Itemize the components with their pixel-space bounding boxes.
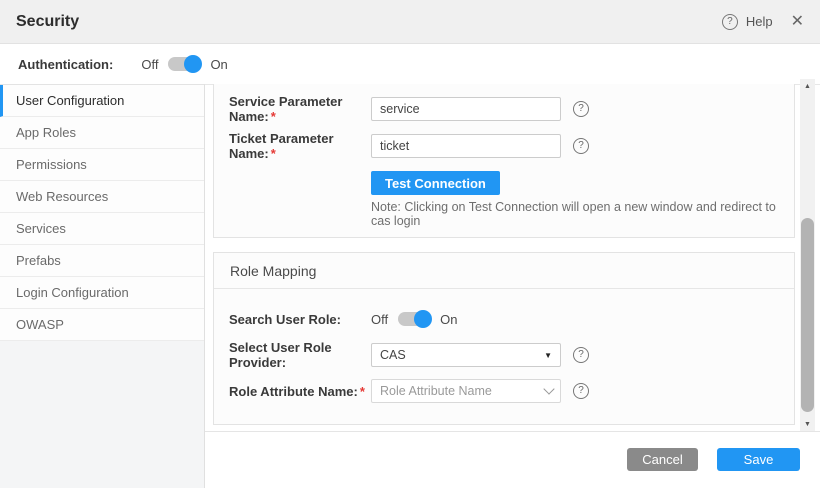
vertical-scrollbar[interactable]: ▲ ▼: [800, 79, 815, 431]
chevron-down-icon: [543, 383, 554, 394]
sidebar-item-permissions[interactable]: Permissions: [0, 149, 204, 181]
caret-down-icon: ▼: [544, 351, 552, 360]
test-connection-row: Test Connection: [214, 171, 794, 195]
page-title: Security: [16, 13, 79, 31]
toggle-knob: [414, 310, 432, 328]
sidebar-item-prefabs[interactable]: Prefabs: [0, 245, 204, 277]
toggle-knob: [184, 55, 202, 73]
role-provider-label: Select User Role Provider:: [229, 340, 371, 370]
sidebar-item-web-resources[interactable]: Web Resources: [0, 181, 204, 213]
authentication-toggle[interactable]: [168, 57, 200, 71]
role-attribute-label: Role Attribute Name:*: [229, 384, 371, 399]
search-user-role-row: Search User Role: Off On: [214, 307, 794, 331]
test-connection-note: Note: Clicking on Test Connection will o…: [371, 200, 794, 228]
role-attribute-row: Role Attribute Name:* Role Attribute Nam…: [214, 379, 794, 403]
ticket-parameter-row: Ticket Parameter Name:* ?: [214, 134, 794, 158]
help-icon[interactable]: ?: [722, 14, 738, 30]
role-mapping-panel: Role Mapping Search User Role: Off On Se…: [213, 252, 795, 425]
sidebar-item-app-roles[interactable]: App Roles: [0, 117, 204, 149]
test-connection-button[interactable]: Test Connection: [371, 171, 500, 195]
authentication-off-label: Off: [141, 57, 158, 72]
service-parameter-help-icon[interactable]: ?: [573, 101, 589, 117]
search-role-off-label: Off: [371, 312, 388, 327]
scroll-down-icon[interactable]: ▼: [800, 417, 815, 431]
security-sidebar: User Configuration App Roles Permissions…: [0, 84, 205, 488]
scroll-up-icon[interactable]: ▲: [800, 79, 815, 93]
authentication-on-label: On: [210, 57, 227, 72]
help-link[interactable]: Help: [746, 14, 773, 29]
authentication-row: Authentication: Off On: [0, 44, 820, 84]
search-user-role-toggle[interactable]: [398, 312, 430, 326]
search-role-on-label: On: [440, 312, 457, 327]
ticket-parameter-input[interactable]: [371, 134, 561, 158]
footer-divider: [205, 431, 820, 432]
sidebar-item-owasp[interactable]: OWASP: [0, 309, 204, 341]
role-provider-row: Select User Role Provider: CAS ▼ ?: [214, 343, 794, 367]
service-parameter-input[interactable]: [371, 97, 561, 121]
required-asterisk: *: [271, 109, 276, 124]
security-dialog: Security ? Help ✕ Authentication: Off On…: [0, 0, 820, 488]
save-button[interactable]: Save: [717, 448, 800, 471]
role-mapping-title: Role Mapping: [214, 253, 794, 289]
provider-config-panel: Service Parameter Name:* ? Ticket Parame…: [213, 84, 795, 238]
sidebar-item-login-configuration[interactable]: Login Configuration: [0, 277, 204, 309]
role-attribute-placeholder: Role Attribute Name: [380, 384, 492, 398]
ticket-parameter-label: Ticket Parameter Name:*: [229, 131, 371, 161]
required-asterisk: *: [360, 384, 365, 399]
role-provider-select[interactable]: CAS ▼: [371, 343, 561, 367]
search-user-role-label: Search User Role:: [229, 312, 371, 327]
authentication-label: Authentication:: [18, 57, 113, 72]
role-provider-value: CAS: [380, 348, 406, 362]
sidebar-item-services[interactable]: Services: [0, 213, 204, 245]
required-asterisk: *: [271, 146, 276, 161]
role-attribute-combobox[interactable]: Role Attribute Name: [371, 379, 561, 403]
role-provider-help-icon[interactable]: ?: [573, 347, 589, 363]
sidebar-item-user-configuration[interactable]: User Configuration: [0, 85, 204, 117]
cancel-button[interactable]: Cancel: [627, 448, 698, 471]
service-parameter-row: Service Parameter Name:* ?: [214, 97, 794, 121]
close-icon[interactable]: ✕: [791, 14, 804, 30]
dialog-header: Security ? Help ✕: [0, 0, 820, 44]
scrollbar-thumb[interactable]: [801, 218, 814, 412]
ticket-parameter-help-icon[interactable]: ?: [573, 138, 589, 154]
service-parameter-label: Service Parameter Name:*: [229, 94, 371, 124]
role-attribute-help-icon[interactable]: ?: [573, 383, 589, 399]
